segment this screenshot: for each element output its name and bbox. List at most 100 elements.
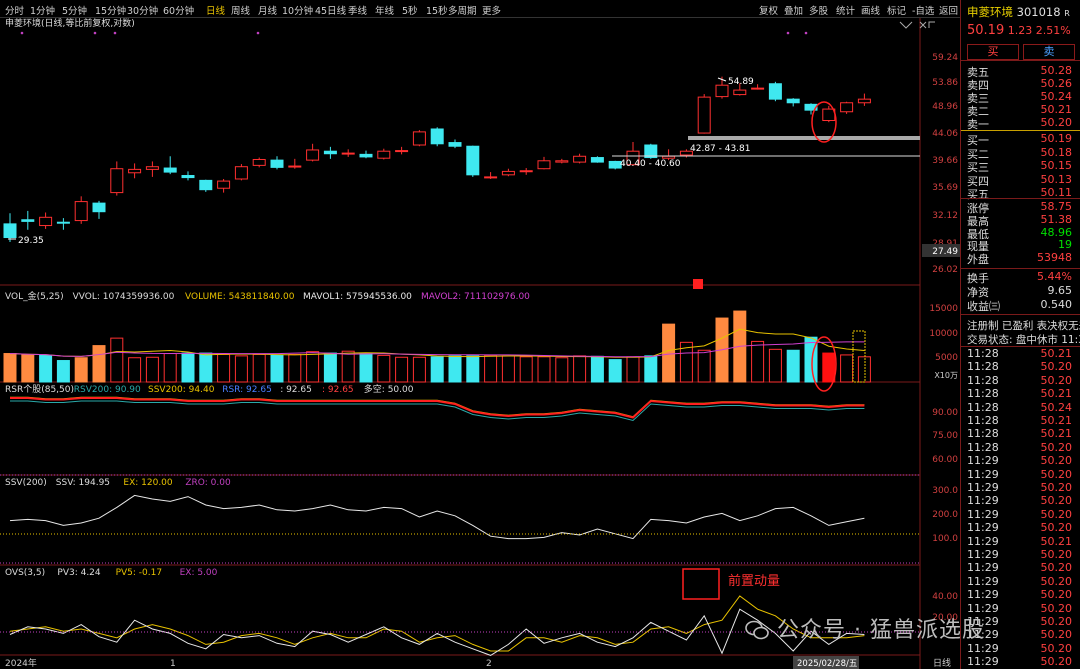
volume-bar: [21, 354, 35, 383]
candle-body: [128, 168, 142, 174]
ovs-tick-0: 40.00: [932, 592, 958, 602]
stat2-0-value: 5.44%: [1037, 270, 1072, 283]
candle-body: [519, 170, 533, 173]
expand-icon: [928, 21, 935, 28]
tick-time: 11:28: [967, 414, 999, 427]
tick-price: 50.20: [1040, 574, 1073, 588]
stat-4-label: 外盘: [967, 253, 989, 267]
period-tab-5[interactable]: 60分钟: [163, 3, 194, 17]
candle-body: [199, 179, 213, 191]
toolbar-right-4[interactable]: 画线: [861, 3, 880, 17]
volume-bar: [537, 356, 551, 383]
price-tick-8: 26.02: [932, 265, 958, 275]
volume-bar: [626, 356, 640, 383]
close-icon: [919, 21, 927, 29]
period-tab-1[interactable]: 1分钟: [30, 3, 55, 17]
tick-price: 50.20: [1040, 615, 1073, 628]
period-tab-4[interactable]: 30分钟: [127, 3, 158, 17]
quote-panel: 申菱环境 301018 R 50.19 1.23 2.51% 买 卖 卖五 50.…: [960, 0, 1080, 669]
period-tab-11[interactable]: 季线: [348, 3, 367, 17]
panel-divider: [961, 60, 1080, 61]
marker-dot-0: [20, 31, 24, 35]
candle-body: [323, 150, 337, 155]
candle-body: [21, 219, 35, 222]
rsv-line: [10, 400, 865, 422]
volume-bar: [359, 353, 373, 383]
period-tab-3[interactable]: 15分钟: [95, 3, 126, 17]
period-tab-9[interactable]: 10分钟: [282, 3, 313, 17]
volume-bar: [39, 354, 53, 383]
ssv-header-2: EX: 120.00: [123, 478, 173, 488]
volume-bar: [608, 359, 622, 383]
candle-body: [537, 160, 551, 170]
period-tab-8[interactable]: 月线: [258, 3, 277, 17]
candle-body: [501, 170, 515, 176]
ask-1-value: 50.26: [1040, 77, 1073, 90]
tick-price: 50.20: [1040, 655, 1073, 669]
price-tick-1: 53.86: [932, 78, 958, 88]
tick-price: 50.21: [1040, 534, 1073, 548]
period-tab-0[interactable]: 分时: [5, 3, 24, 17]
trade-status: 交易状态: 盘中休市 11:30: [967, 334, 1080, 346]
period-tab-16[interactable]: 更多: [482, 3, 501, 17]
toolbar-right-3[interactable]: 统计: [836, 3, 855, 17]
period-tab-13[interactable]: 5秒: [402, 3, 418, 17]
toolbar-right-7[interactable]: 返回: [939, 3, 958, 17]
period-tab-7[interactable]: 周线: [231, 3, 250, 17]
candle-body: [217, 180, 231, 189]
tick-time: 11:28: [967, 440, 999, 454]
date-label-3: 2: [486, 659, 492, 669]
toolbar-right-1[interactable]: 叠加: [784, 3, 803, 17]
zone2-label: 40.40 - 40.60: [620, 159, 681, 169]
low-label: 29.35: [18, 236, 44, 246]
toolbar-right-2[interactable]: 多股: [809, 3, 828, 17]
price-tick-0: 59.24: [932, 53, 958, 63]
candle-body: [270, 159, 284, 168]
candle-body: [590, 157, 604, 163]
tick-price: 50.21: [1040, 347, 1073, 360]
period-tab-6[interactable]: 日线: [206, 3, 225, 17]
toolbar-right-0[interactable]: 复权: [759, 3, 778, 17]
period-tab-14[interactable]: 15秒: [426, 3, 448, 17]
period-tab-12[interactable]: 年线: [375, 3, 394, 17]
candle-body: [56, 221, 70, 224]
volume-bar: [857, 356, 871, 383]
period-tab-10[interactable]: 45日线: [315, 3, 346, 17]
ovs-header-3: EX: 5.00: [180, 568, 218, 578]
volume-bar: [484, 354, 498, 383]
ask-3-value: 50.21: [1040, 103, 1073, 116]
rsr-header-1: RSV200: 90.90: [74, 385, 141, 395]
vol-tick-1: 10000: [929, 329, 958, 339]
vol-header-4: MAVOL2: 711102976.00: [421, 292, 530, 302]
candle-body: [555, 160, 569, 163]
period-tab-15[interactable]: 多周期: [448, 3, 477, 17]
tick-price: 50.20: [1040, 641, 1073, 655]
tick-price: 50.20: [1040, 588, 1073, 602]
volume-bar: [323, 352, 337, 383]
chart-title: 申菱环境(日线,等比前复权,对数): [5, 18, 135, 29]
period-tab-2[interactable]: 5分钟: [62, 3, 87, 17]
toolbar-right-5[interactable]: 标记: [887, 3, 906, 17]
price-tick-3: 44.06: [932, 129, 958, 139]
ssv-header-0: SSV(200): [5, 478, 47, 488]
buy-button[interactable]: 买: [967, 44, 1019, 60]
date-label-1: 2024年: [5, 657, 37, 669]
volume-bar: [448, 355, 462, 383]
chart-area[interactable]: 申菱环境(日线,等比前复权,对数) 59.24 53.86 48.96 44.06 39.…: [0, 18, 960, 669]
volume-bar: [412, 356, 426, 383]
tick-time: 11:29: [967, 655, 999, 669]
tick-time: 11:28: [967, 347, 999, 360]
current-price-tag: 27.49: [932, 247, 958, 257]
toolbar-right-6[interactable]: -自选: [912, 3, 934, 17]
panel-divider: [961, 130, 1080, 131]
chart-window-icons[interactable]: [899, 21, 935, 29]
rsr-tick-2: 60.00: [932, 455, 958, 465]
sell-button[interactable]: 卖: [1023, 44, 1075, 60]
tick-price: 50.20: [1040, 440, 1073, 454]
panel-divider: [961, 198, 1080, 199]
volume-bar: [377, 354, 391, 383]
volume-bar: [662, 323, 676, 383]
candle-body: [822, 108, 836, 122]
rsr-header-0: RSR个股(85,50): [5, 384, 74, 395]
volume-bar: [163, 353, 177, 383]
